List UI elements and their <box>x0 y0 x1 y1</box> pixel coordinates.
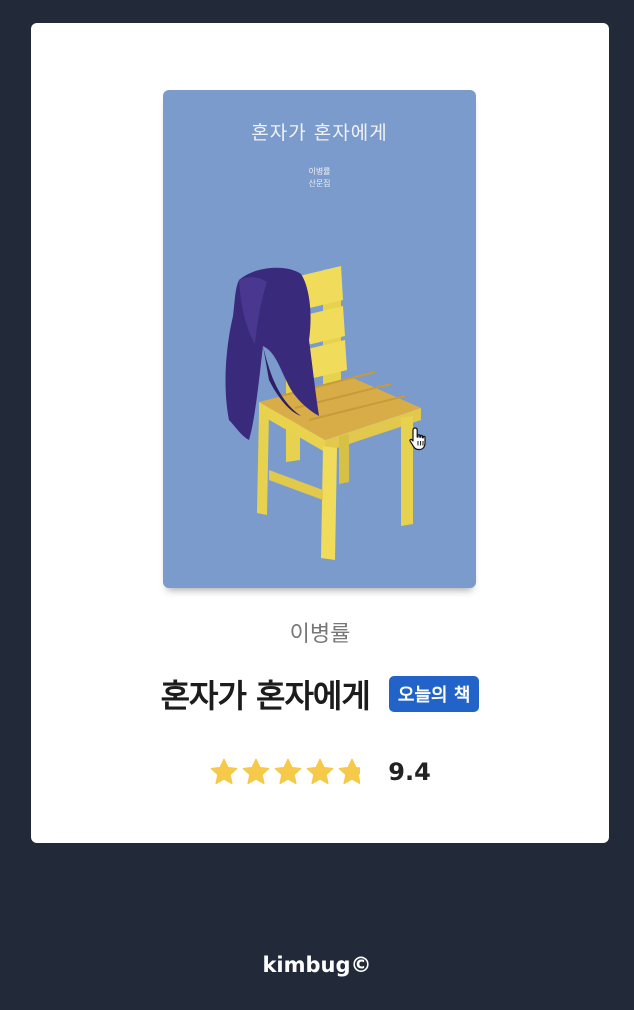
star-icon <box>274 758 302 785</box>
star-icon <box>306 758 334 785</box>
star-icon <box>210 758 238 785</box>
star-icon <box>338 758 360 785</box>
star-rating-filled <box>209 757 360 787</box>
cover-author: 이병률 <box>308 167 331 176</box>
book-author: 이병률 <box>289 622 351 647</box>
rating-score: 9.4 <box>388 758 431 786</box>
cover-publisher: 산문집 <box>308 179 331 188</box>
cover-title: 혼자가 혼자에게 <box>251 122 388 144</box>
book-card: 혼자가 혼자에게 이병률 산문집 이병률 혼자가 혼자에게 오늘의 책 9.4 <box>31 23 609 843</box>
star-rating <box>209 757 369 787</box>
todays-book-badge: 오늘의 책 <box>388 676 480 712</box>
book-cover[interactable]: 혼자가 혼자에게 이병률 산문집 <box>163 90 476 588</box>
hand-pointer-icon <box>409 427 426 451</box>
title-row: 혼자가 혼자에게 오늘의 책 <box>31 671 609 717</box>
star-icon <box>242 758 270 785</box>
rating-row: 9.4 <box>31 757 609 787</box>
footer-credit: kimbug© <box>262 953 372 977</box>
book-title: 혼자가 혼자에게 <box>160 677 371 715</box>
chair-illustration <box>225 266 421 560</box>
